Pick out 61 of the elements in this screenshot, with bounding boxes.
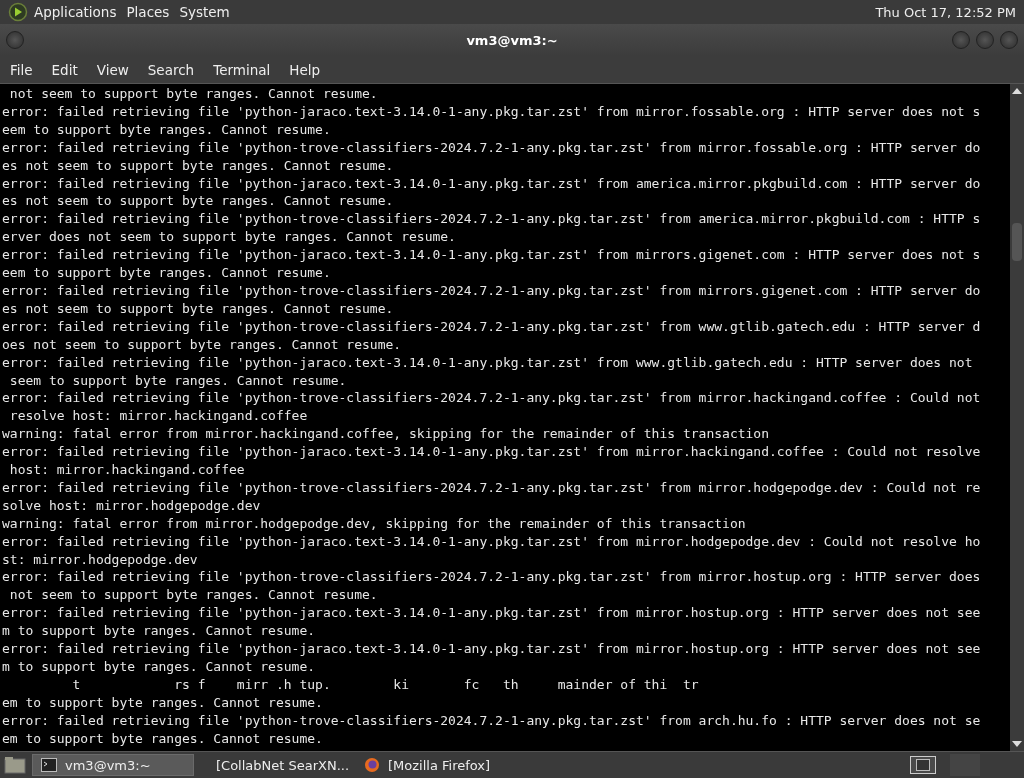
- terminal-line: not seem to support byte ranges. Cannot resume.: [8, 586, 379, 605]
- terminal-line: error: failed retrieving file 'python-jaraco.text-3.14.0-1-any.pkg.tar.zst' from mirror.hostup.org : HTTP server does not see: [1, 640, 982, 658]
- scroll-up-icon[interactable]: [1012, 88, 1022, 94]
- terminal-line: solve host: mirror.hodgepodge.dev: [1, 496, 262, 515]
- fox-icon: [364, 757, 380, 773]
- terminal-line: not seem to support byte ranges. Cannot resume.: [8, 85, 379, 103]
- menu-item[interactable]: Edit: [45, 59, 84, 80]
- terminal-line: error: failed retrieving file 'python-trove-classifiers-2024.7.2-1-any.pkg.tar.zst' from mirrors.gigenet.com : HTTP server do: [1, 281, 982, 300]
- menu-item[interactable]: File: [4, 59, 39, 80]
- terminal-line: es not seem to support byte ranges. Cannot resume.: [1, 299, 395, 318]
- distro-logo-icon[interactable]: [8, 2, 28, 22]
- terminal-line: es not seem to support byte ranges. Cannot resume.: [1, 156, 395, 175]
- workspace-switcher[interactable]: [910, 756, 936, 774]
- terminal-line: error: failed retrieving file 'python-jaraco.text-3.14.0-1-any.pkg.tar.zst' from mirror.fossable.org : HTTP server does not s: [1, 102, 982, 121]
- close-button[interactable]: [1000, 31, 1018, 49]
- terminal-line: resolve host: mirror.hackingand.coffee: [8, 407, 309, 426]
- terminal-line: error: failed retrieving file 'python-trove-classifiers-2024.7.2-1-any.pkg.tar.zst' from mirror.hackingand.coffee : Could not: [1, 389, 982, 408]
- terminal-line: error: failed retrieving file 'python-trove-classifiers-2024.7.2-1-any.pkg.tar.zst' from mirror.fossable.org : HTTP server do: [1, 138, 982, 157]
- taskbar-button[interactable]: [CollabNet SearXN...: [200, 754, 350, 776]
- terminal-line: error: failed retrieving file 'python-trove-classifiers-2024.7.2-1-any.pkg.tar.zst' from arch.hu.fo : HTTP server does not se: [1, 711, 982, 730]
- terminal-line: error: failed retrieving file 'python-trove-classifiers-2024.7.2-1-any.pkg.tar.zst' from www.gtlib.gatech.edu : HTTP server d: [1, 317, 982, 336]
- terminal-line: eem to support byte ranges. Cannot resume.: [1, 264, 332, 282]
- terminal-line: error: failed retrieving file 'python-trove-classifiers-2024.7.2-1-any.pkg.tar.zst' from mirror.hodgepodge.dev : Could not re: [1, 478, 982, 497]
- terminal-line: host: mirror.hackingand.coffee: [8, 461, 246, 479]
- panel-menu[interactable]: Places: [126, 4, 170, 20]
- menu-item[interactable]: View: [90, 59, 135, 80]
- minimize-button[interactable]: [952, 31, 970, 49]
- terminal-line: m to support byte ranges. Cannot resume.: [1, 622, 317, 641]
- clock[interactable]: Thu Oct 17, 12:52 PM: [875, 4, 1016, 20]
- menu-item[interactable]: Search: [141, 59, 201, 80]
- terminal-line: eem to support byte ranges. Cannot resume.: [1, 120, 332, 139]
- terminal-line: seem to support byte ranges. Cannot resume.: [8, 371, 348, 390]
- terminal-line: oes not seem to support byte ranges. Cannot resume.: [1, 335, 403, 354]
- taskbar-button[interactable]: vm3@vm3:~: [32, 754, 194, 776]
- terminal-line: em to support byte ranges. Cannot resume.: [1, 729, 324, 748]
- panel-menu[interactable]: Applications: [34, 4, 117, 20]
- window-menu-button[interactable]: [6, 31, 24, 49]
- terminal-line: error: failed retrieving file 'python-trove-classifiers-2024.7.2-1-any.pkg.tar.zst' from mirror.hostup.org : HTTP server does: [1, 568, 982, 587]
- taskbar-button[interactable]: [Mozilla Firefox]: [356, 754, 506, 776]
- terminal-line: st: mirror.hodgepodge.dev: [1, 550, 199, 569]
- terminal-line: m to support byte ranges. Cannot resume.: [1, 658, 317, 676]
- terminal-line: error: failed retrieving file 'python-trove-classifiers-2024.7.2-1-any.pkg.tar.zst' from america.mirror.pkgbuild.com : HTTP s: [1, 210, 982, 229]
- terminal-line: error: failed retrieving file 'python-jaraco.text-3.14.0-1-any.pkg.tar.zst' from www.gtlib.gatech.edu : HTTP server does not: [1, 353, 974, 372]
- terminal-line: error: failed retrieving file 'python-jaraco.text-3.14.0-1-any.pkg.tar.zst' from mirror.hackingand.coffee : Could not resolve: [1, 443, 982, 462]
- terminal-line: warning: fatal error from mirror.hodgepodge.dev, skipping for the remainder of this transaction: [1, 514, 747, 533]
- terminal-line: error: failed retrieving file 'python-jaraco.text-3.14.0-1-any.pkg.tar.zst' from mirror.hostup.org : HTTP server does not see: [1, 604, 982, 623]
- terminal-line: error: failed retrieving file 'python-jaraco.text-3.14.0-1-any.pkg.tar.zst' from america.mirror.pkgbuild.com : HTTP server do: [1, 174, 982, 193]
- window-title: vm3@vm3:~: [466, 32, 558, 48]
- terminal-line: warning: fatal error from mirror.hackingand.coffee, skipping for the remainder of this transaction: [1, 425, 770, 444]
- terminal-line: em to support byte ranges. Cannot resume.: [1, 693, 324, 712]
- maximize-button[interactable]: [976, 31, 994, 49]
- panel-menu[interactable]: System: [179, 4, 230, 20]
- terminal-line: error: failed retrieving file 'python-jaraco.text-3.14.0-1-any.pkg.tar.zst' from mirror.hodgepodge.dev : Could not resolve ho: [1, 532, 982, 551]
- terminal-line: error: failed retrieving file 'python-jaraco.text-3.14.0-1-any.pkg.tar.zst' from mirrors.gigenet.com : HTTP server does not s: [1, 246, 982, 265]
- terminal-line: erver does not seem to support byte ranges. Cannot resume.: [1, 228, 457, 247]
- menu-item[interactable]: Help: [283, 59, 327, 80]
- menu-item[interactable]: Terminal: [207, 59, 277, 80]
- terminal-line: t rs f mirr .h tup. ki fc th mainder of thi tr: [71, 675, 700, 694]
- terminal-line: es not seem to support byte ranges. Cannot resume.: [1, 192, 395, 211]
- scroll-thumb[interactable]: [1012, 223, 1022, 261]
- scrollbar[interactable]: [1010, 84, 1024, 751]
